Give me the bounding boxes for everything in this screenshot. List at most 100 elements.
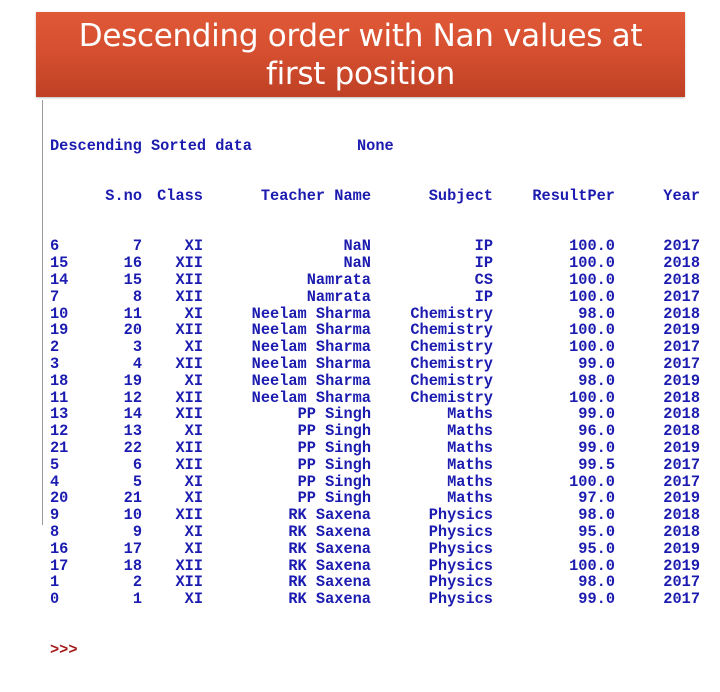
cell-resultper: 99.5: [578, 455, 615, 474]
table-header-row: S.no Class Teacher Name Subject ResultPe…: [50, 188, 700, 205]
cell-subject: Chemistry: [410, 304, 493, 323]
cell-sno: 9: [132, 522, 142, 541]
cell-teacher-name: PP Singh: [297, 438, 371, 457]
cell-teacher-name: PP Singh: [297, 422, 371, 441]
cell-sno: 12: [123, 388, 142, 407]
cell-sno: 14: [123, 405, 142, 424]
table-row: 5 6 XII PP Singh Maths 99.5 2017: [50, 455, 700, 474]
cell-year: 2017: [663, 472, 700, 491]
output-caption: Descending Sorted data: [50, 136, 252, 155]
cell-resultper: 99.0: [578, 590, 615, 609]
row-index: 2: [50, 338, 60, 357]
table-row: 13 14 XII PP Singh Maths 99.0 2018: [50, 405, 700, 424]
cell-resultper: 100.0: [569, 287, 615, 306]
cell-resultper: 100.0: [569, 338, 615, 357]
table-row: 21 22 XII PP Singh Maths 99.0 2019: [50, 438, 700, 457]
cell-class: XII: [175, 438, 203, 457]
cell-resultper: 96.0: [578, 422, 615, 441]
cell-sno: 4: [132, 354, 142, 373]
cell-year: 2017: [663, 573, 700, 592]
row-index: 7: [50, 287, 60, 306]
cell-teacher-name: Neelam Sharma: [251, 304, 371, 323]
cell-year: 2019: [663, 539, 700, 558]
cell-class: XII: [175, 573, 203, 592]
cell-resultper: 100.0: [569, 556, 615, 575]
row-index: 11: [50, 388, 69, 407]
row-index: 21: [50, 438, 69, 457]
cell-teacher-name: RK Saxena: [288, 522, 371, 541]
cell-teacher-name: RK Saxena: [288, 556, 371, 575]
table-row: 9 10 XII RK Saxena Physics 98.0 2018: [50, 507, 700, 524]
table-row: 16 17 XI RK Saxena Physics 95.0 2019: [50, 540, 700, 558]
cell-subject: Physics: [428, 590, 493, 609]
cell-sno: 10: [123, 506, 142, 525]
cell-class: XII: [175, 270, 203, 289]
row-index: 13: [50, 405, 69, 424]
row-index: 18: [50, 371, 69, 390]
cell-year: 2017: [663, 287, 700, 306]
cell-sno: 17: [123, 539, 142, 558]
cell-sno: 15: [123, 270, 142, 289]
cell-class: XII: [175, 321, 203, 340]
cell-subject: Maths: [447, 422, 493, 441]
cell-subject: Physics: [428, 556, 493, 575]
column-header-sno: S.no: [105, 186, 142, 205]
cell-sno: 16: [123, 254, 142, 273]
row-index: 6: [50, 237, 60, 256]
row-index: 5: [50, 455, 60, 474]
cell-class: XII: [175, 506, 203, 525]
cell-sno: 7: [132, 237, 142, 256]
cell-subject: Maths: [447, 489, 493, 508]
cell-subject: Physics: [428, 539, 493, 558]
cell-teacher-name: NaN: [343, 254, 371, 273]
table-body: 6 7 XI NaN IP 100.0 2017 15 16 XII NaN IP 100.0 2018 1…: [50, 237, 700, 609]
cell-sno: 3: [132, 338, 142, 357]
cell-resultper: 100.0: [569, 388, 615, 407]
cell-subject: IP: [474, 287, 493, 306]
cell-year: 2018: [663, 270, 700, 289]
table-row: 15 16 XII NaN IP 100.0 2018: [50, 254, 700, 273]
cell-year: 2017: [663, 590, 700, 609]
cell-subject: Physics: [428, 522, 493, 541]
cell-year: 2018: [663, 422, 700, 441]
cell-class: XI: [184, 304, 203, 323]
cell-subject: Chemistry: [410, 321, 493, 340]
column-header-class: Class: [157, 186, 203, 205]
cell-teacher-name: Neelam Sharma: [251, 371, 371, 390]
row-index: 10: [50, 304, 69, 323]
cell-resultper: 99.0: [578, 405, 615, 424]
cell-sno: 20: [123, 321, 142, 340]
cell-resultper: 95.0: [578, 522, 615, 541]
cell-subject: Physics: [428, 573, 493, 592]
shell-prompt[interactable]: >>>: [50, 641, 78, 659]
cell-subject: Maths: [447, 472, 493, 491]
table-row: 17 18 XII RK Saxena Physics 100.0 2019: [50, 557, 700, 575]
table-row: 19 20 XII Neelam Sharma Chemistry 100.0 2019: [50, 322, 700, 339]
cell-subject: IP: [474, 237, 493, 256]
cell-year: 2018: [663, 388, 700, 407]
column-header-year: Year: [663, 186, 700, 205]
cell-class: XI: [184, 422, 203, 441]
row-index: 15: [50, 254, 69, 273]
cell-class: XI: [184, 489, 203, 508]
cell-sno: 1: [132, 590, 142, 609]
cell-sno: 5: [132, 472, 142, 491]
cell-teacher-name: Neelam Sharma: [251, 321, 371, 340]
cell-class: XI: [184, 539, 203, 558]
cell-class: XII: [175, 556, 203, 575]
row-index: 4: [50, 472, 60, 491]
cell-year: 2018: [663, 304, 700, 323]
row-index: 0: [50, 590, 60, 609]
prompt-line: >>>: [50, 641, 105, 659]
cell-year: 2017: [663, 338, 700, 357]
table-row: 0 1 XI RK Saxena Physics 99.0 2017: [50, 590, 700, 609]
row-index: 12: [50, 422, 69, 441]
cell-resultper: 99.0: [578, 438, 615, 457]
table-row: 14 15 XII Namrata CS 100.0 2018: [50, 272, 700, 289]
table-row: 1 2 XII RK Saxena Physics 98.0 2017: [50, 574, 700, 591]
cell-subject: Chemistry: [410, 371, 493, 390]
cell-sno: 21: [123, 489, 142, 508]
cell-subject: Physics: [428, 506, 493, 525]
cell-year: 2019: [663, 489, 700, 508]
table-row: 12 13 XI PP Singh Maths 96.0 2018: [50, 422, 700, 441]
